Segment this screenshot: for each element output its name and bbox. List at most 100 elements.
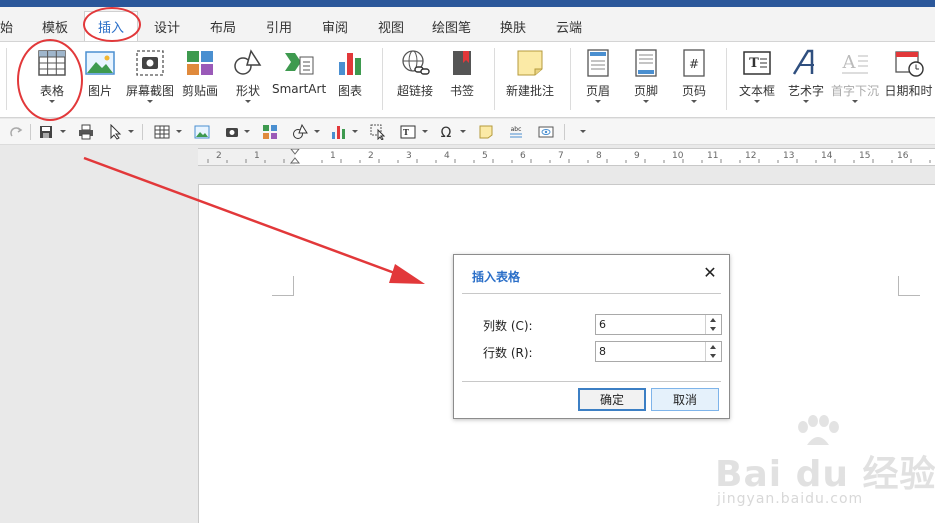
textbox-icon[interactable]: T: [400, 124, 416, 140]
select-object-icon[interactable]: [370, 124, 386, 140]
tab-layout[interactable]: 布局: [210, 17, 236, 36]
chevron-down-icon: [595, 100, 601, 103]
ruler-number: 1: [254, 151, 260, 161]
close-icon[interactable]: ✕: [702, 265, 718, 281]
insert-chart-label: 图表: [337, 84, 362, 98]
dialog-divider: [462, 381, 721, 382]
insert-clipart-button[interactable]: 剪贴画: [178, 44, 222, 114]
margin-mark-right: [898, 276, 920, 296]
spell-check-icon[interactable]: abc: [508, 124, 524, 140]
chevron-down-icon[interactable]: [314, 130, 320, 133]
insert-chart-button[interactable]: 图表: [330, 44, 370, 114]
tab-cloud[interactable]: 云端: [556, 17, 582, 36]
screenshot-icon[interactable]: [224, 124, 240, 140]
watermark-brand: Bai du 经验: [715, 454, 935, 495]
shapes-icon: [234, 49, 262, 75]
insert-picture-button[interactable]: 图片: [80, 44, 120, 114]
insert-clipart-label: 剪贴画: [181, 84, 218, 98]
toolbar-separator: [564, 124, 565, 140]
chevron-down-icon[interactable]: [460, 130, 466, 133]
ribbon-separator: [726, 48, 727, 110]
date-time-button[interactable]: 日期和时: [882, 44, 935, 114]
picture-icon[interactable]: [194, 124, 210, 140]
wordart-label: 艺术字: [787, 84, 824, 98]
chevron-down-icon[interactable]: [244, 130, 250, 133]
dropcap-icon: A: [842, 52, 868, 74]
dialog-title: 插入表格: [472, 270, 521, 284]
symbol-icon[interactable]: Ω: [438, 124, 454, 140]
shapes-icon[interactable]: [292, 124, 308, 140]
insert-screenshot-button[interactable]: 屏幕截图: [124, 44, 176, 114]
tab-skin[interactable]: 换肤: [500, 17, 526, 36]
ribbon-separator: [570, 48, 571, 110]
tab-template[interactable]: 模板: [42, 17, 68, 36]
chevron-down-icon[interactable]: [176, 130, 182, 133]
rows-input[interactable]: [599, 343, 699, 360]
decrement-icon[interactable]: [710, 327, 716, 331]
title-bar: [0, 0, 935, 7]
columns-stepper-arrows[interactable]: [705, 315, 721, 334]
insert-smartart-button[interactable]: SmartArt: [272, 44, 326, 114]
ruler-number: 13: [783, 151, 795, 161]
table-icon[interactable]: [154, 124, 170, 140]
chart-icon: [339, 53, 361, 75]
chevron-down-icon[interactable]: [60, 130, 66, 133]
tab-references[interactable]: 引用: [266, 17, 292, 36]
decrement-icon[interactable]: [710, 354, 716, 358]
annotation-circle-table-button: [17, 39, 83, 121]
wordart-icon: [792, 49, 814, 75]
clipart-icon[interactable]: [262, 124, 278, 140]
footer-icon: [635, 49, 657, 77]
rows-stepper[interactable]: [595, 341, 722, 362]
ribbon-insert: 表格 图片 屏幕截图 剪贴画 形状 SmartArt 图表 超链接 书签 新建批…: [0, 41, 935, 118]
rows-stepper-arrows[interactable]: [705, 342, 721, 361]
page-number-button[interactable]: # 页码: [674, 44, 714, 114]
watermark: Bai du 经验 jingyan.baidu.com: [715, 415, 935, 523]
preview-icon[interactable]: [538, 124, 554, 140]
ruler-number: 1: [330, 151, 336, 161]
ribbon-separator: [6, 48, 7, 110]
customize-toolbar-icon[interactable]: [580, 130, 586, 133]
insert-hyperlink-button[interactable]: 超链接: [392, 44, 438, 114]
tab-review[interactable]: 审阅: [322, 17, 348, 36]
svg-text:#: #: [689, 57, 699, 71]
insert-shapes-button[interactable]: 形状: [226, 44, 270, 114]
ruler-number: 11: [707, 151, 719, 161]
wordart-button[interactable]: 艺术字: [784, 44, 828, 114]
insert-bookmark-button[interactable]: 书签: [442, 44, 482, 114]
ruler-number: 14: [821, 151, 833, 161]
save-icon[interactable]: [38, 124, 54, 140]
increment-icon[interactable]: [710, 345, 716, 349]
redo-icon[interactable]: [8, 124, 24, 140]
page-number-label: 页码: [681, 84, 706, 98]
tab-design[interactable]: 设计: [154, 17, 180, 36]
chevron-down-icon[interactable]: [422, 130, 428, 133]
columns-stepper[interactable]: [595, 314, 722, 335]
hyperlink-icon: [402, 50, 430, 75]
footer-button[interactable]: 页脚: [626, 44, 666, 114]
textbox-button[interactable]: T 文本框: [734, 44, 780, 114]
toolbar-separator: [30, 124, 31, 140]
comment-icon[interactable]: [478, 124, 494, 140]
svg-text:A: A: [842, 52, 857, 73]
chevron-down-icon[interactable]: [128, 130, 134, 133]
select-cursor-icon[interactable]: [108, 124, 124, 140]
header-button[interactable]: 页眉: [578, 44, 618, 114]
columns-input[interactable]: [599, 316, 699, 333]
tab-start[interactable]: 始: [0, 17, 13, 36]
smartart-icon: [285, 53, 314, 75]
chevron-down-icon[interactable]: [352, 130, 358, 133]
chart-icon[interactable]: [330, 124, 346, 140]
cancel-button[interactable]: 取消: [651, 388, 719, 411]
tab-view[interactable]: 视图: [378, 17, 404, 36]
ribbon-separator: [382, 48, 383, 110]
bookmark-icon: [453, 51, 471, 75]
dropcap-button[interactable]: A 首字下沉: [830, 44, 880, 114]
increment-icon[interactable]: [710, 318, 716, 322]
insert-hyperlink-label: 超链接: [396, 84, 433, 98]
new-comment-button[interactable]: 新建批注: [502, 44, 558, 114]
ok-button[interactable]: 确定: [578, 388, 646, 411]
print-icon[interactable]: [78, 124, 94, 140]
ruler-number: 3: [406, 151, 412, 161]
tab-pen[interactable]: 绘图笔: [432, 17, 471, 36]
